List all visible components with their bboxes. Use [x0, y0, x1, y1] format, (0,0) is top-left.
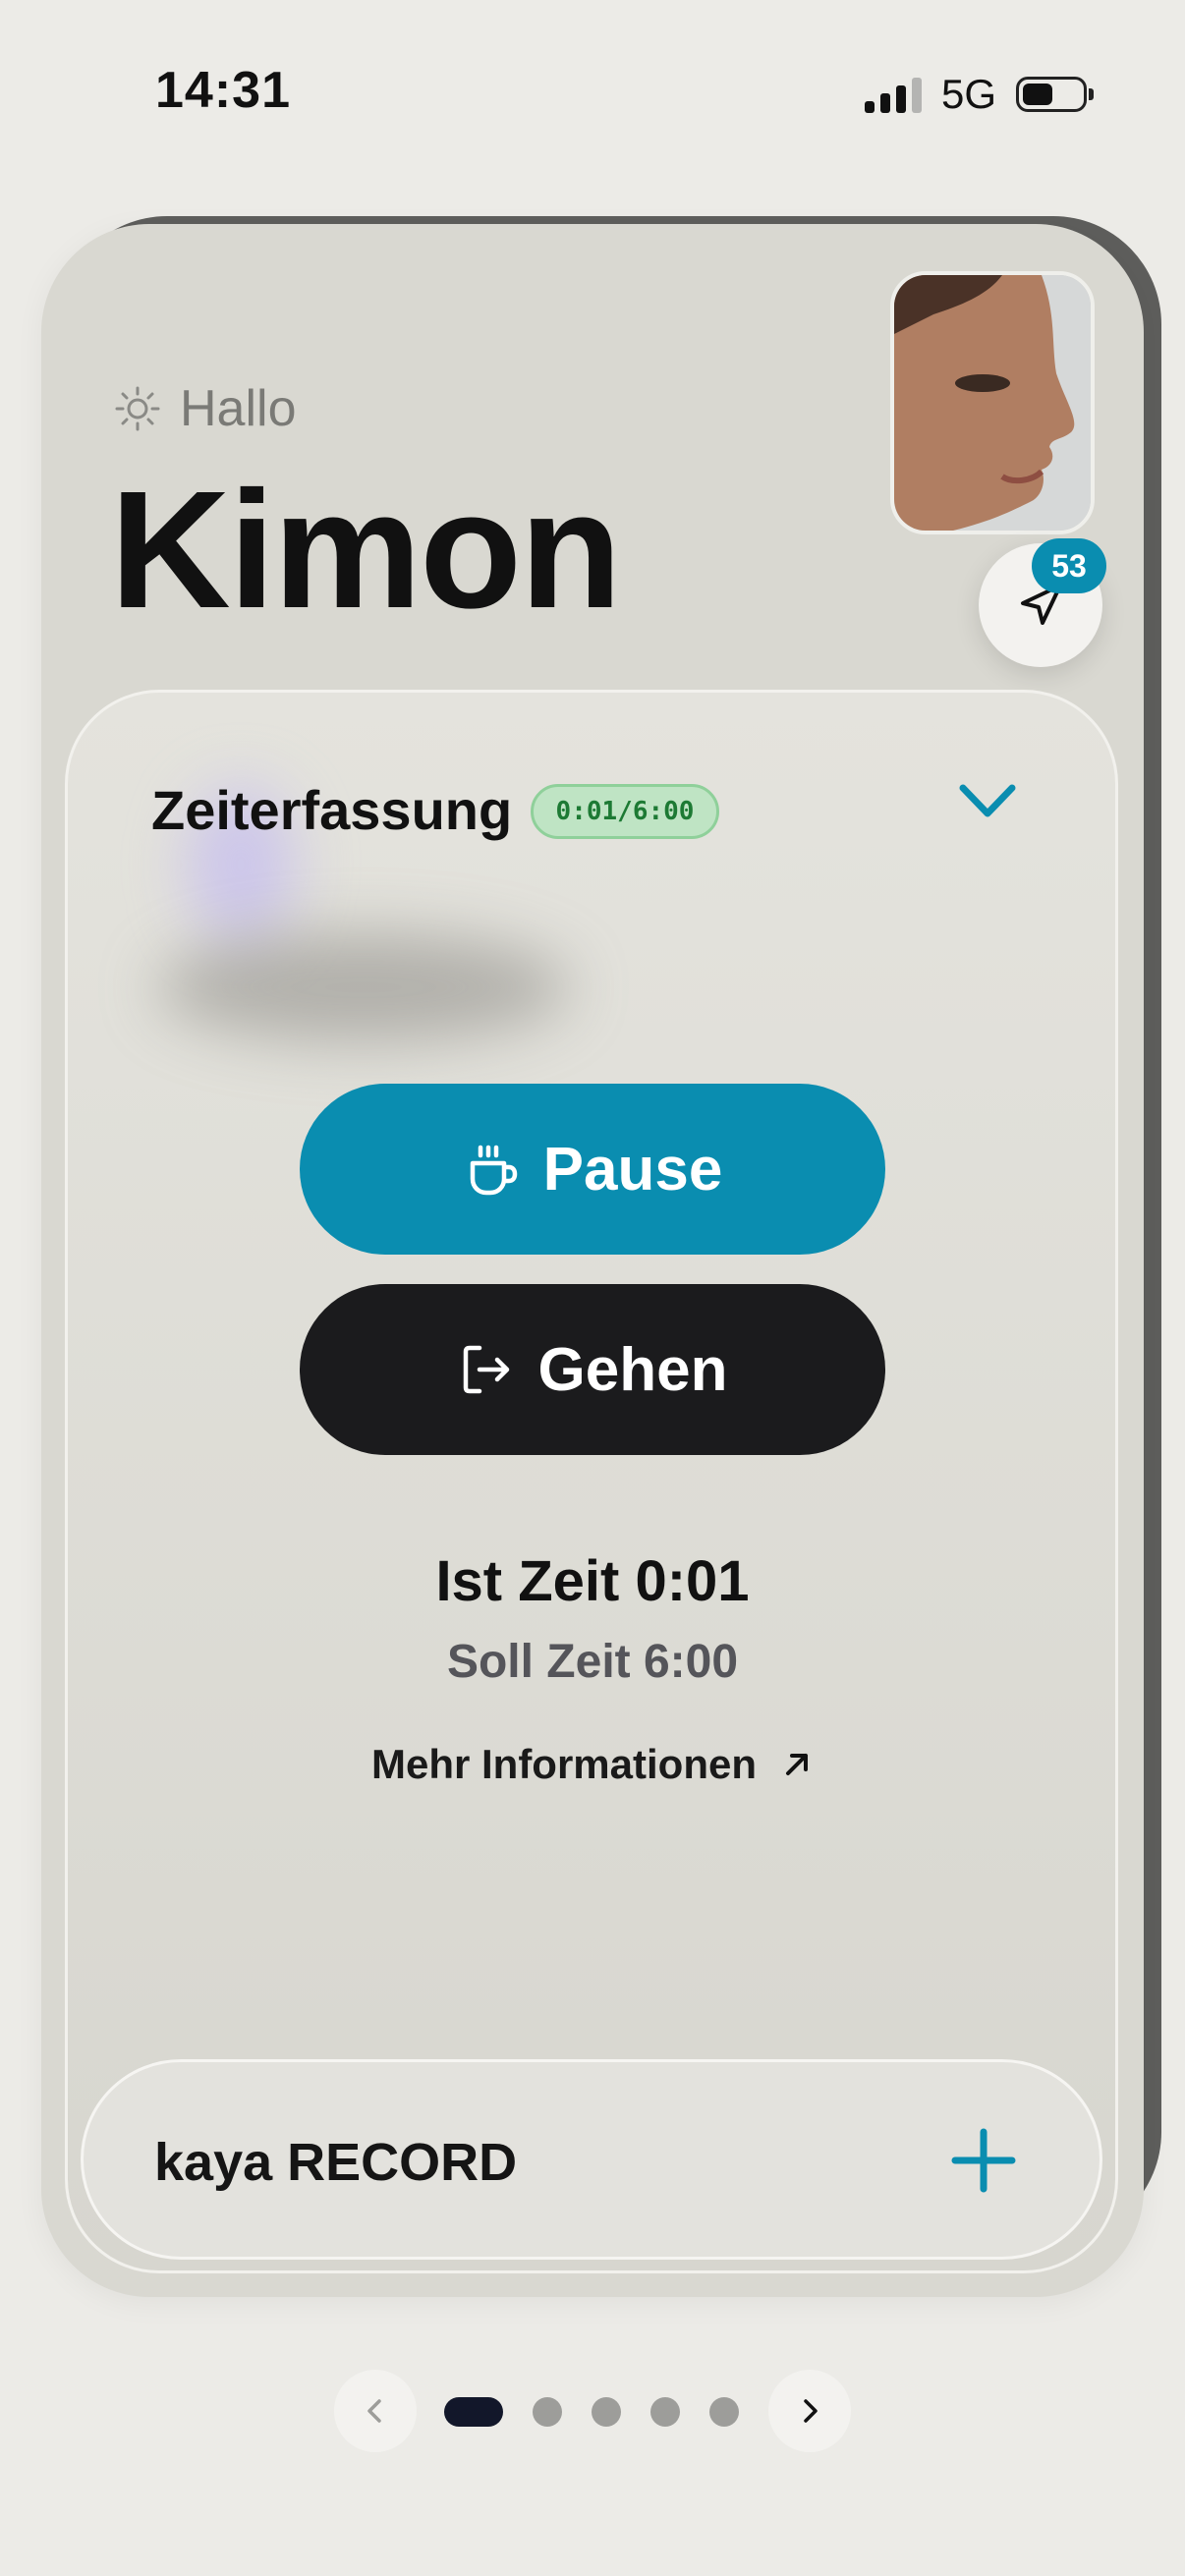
greeting: Hallo: [113, 379, 297, 438]
sun-icon: [115, 386, 160, 431]
message-count-badge: 53: [1032, 538, 1106, 593]
chevron-right-icon: [804, 2399, 818, 2423]
more-info-label: Mehr Informationen: [370, 1741, 757, 1787]
greeting-text: Hallo: [180, 380, 297, 437]
status-time: 14:31: [155, 62, 291, 119]
user-name: Kimon: [110, 457, 622, 644]
more-info-link[interactable]: Mehr Informationen: [0, 1741, 1185, 1788]
status-icons: 5G: [864, 71, 1094, 118]
page-dot[interactable]: [533, 2397, 562, 2427]
leave-label: Gehen: [537, 1335, 728, 1404]
network-type: 5G: [940, 71, 996, 117]
leave-button[interactable]: Gehen: [300, 1284, 885, 1455]
next-page-button[interactable]: [768, 2370, 851, 2452]
avatar[interactable]: [890, 271, 1095, 534]
time-status-badge: 0:01/6:00: [531, 784, 719, 839]
page-dot-active[interactable]: [444, 2397, 503, 2427]
panel-title: Zeiterfassung: [151, 779, 513, 841]
logout-icon: [463, 1345, 509, 1394]
signal-icon: [864, 76, 922, 113]
target-time: Soll Zeit 6:00: [446, 1636, 739, 1688]
arrow-up-right-icon: [786, 1754, 808, 1775]
actual-time: Ist Zeit 0:01: [435, 1549, 750, 1613]
plus-icon[interactable]: [949, 2126, 1018, 2195]
pause-button[interactable]: Pause: [300, 1084, 885, 1255]
coffee-icon: [470, 1145, 517, 1196]
chevron-left-icon: [367, 2399, 381, 2423]
chevron-down-icon[interactable]: [955, 776, 1020, 825]
page-dot[interactable]: [592, 2397, 621, 2427]
battery-icon: [1016, 77, 1094, 112]
page-dot[interactable]: [650, 2397, 680, 2427]
pause-label: Pause: [542, 1135, 723, 1204]
page-dot[interactable]: [709, 2397, 739, 2427]
decorative-blur: [157, 933, 570, 1041]
record-label: kaya RECORD: [154, 2133, 518, 2192]
previous-page-button[interactable]: [334, 2370, 417, 2452]
avatar-image: [894, 275, 1091, 531]
